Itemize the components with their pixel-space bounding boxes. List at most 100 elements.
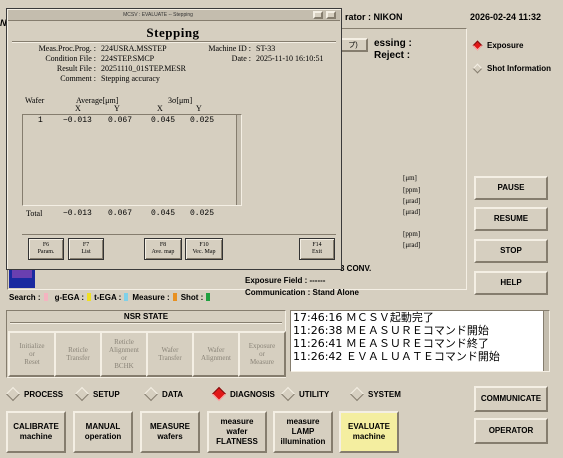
info-label: Machine ID : xyxy=(208,44,251,53)
operator-button[interactable]: OPERATOR xyxy=(474,418,548,444)
col-average-header: Average[μm] xyxy=(76,96,119,105)
dialog-heading-divider xyxy=(12,41,336,43)
measure-wafer-flatness-button[interactable]: measure wafer FLATNESS xyxy=(207,411,267,453)
conversion-label: 3 CONV. xyxy=(340,264,372,273)
communicate-button[interactable]: COMMUNICATE xyxy=(474,386,548,412)
tab-diagnosis[interactable]: DIAGNOSIS xyxy=(211,386,275,402)
communication-status: Communication : Stand Alone xyxy=(245,288,359,297)
unit-label: [μrad] xyxy=(403,208,421,216)
tab-utility[interactable]: UTILITY xyxy=(280,386,329,402)
results-table xyxy=(22,114,242,206)
measure-wafers-button[interactable]: MEASURE wafers xyxy=(140,411,200,453)
date-value: 2025-11-10 16:10:51 xyxy=(256,54,324,63)
radio-diamond-icon xyxy=(5,386,21,402)
cell-sigma-y: 0.025 xyxy=(190,116,215,125)
table-row[interactable]: 1 −0.013 0.067 0.045 0.025 xyxy=(26,116,236,126)
nsr-initialize-button[interactable]: Initialize or Reset xyxy=(8,331,56,377)
unit-label: [μrad] xyxy=(403,197,421,205)
total-sigma-y: 0.025 xyxy=(190,209,215,218)
log-line: 11:26:41 ＭＥＡＳＵＲＥコマンド終了 xyxy=(293,337,489,350)
radio-diamond-icon xyxy=(143,386,159,402)
legend-bar: Search : g-EGA : t-EGA : Measure : Shot … xyxy=(9,291,249,303)
info-label: Date : xyxy=(231,54,251,63)
radio-diamond-icon xyxy=(472,40,483,51)
nsr-exposure-button[interactable]: Exposure or Measure xyxy=(238,331,286,377)
f14-exit-button[interactable]: F14 Exit xyxy=(299,238,335,260)
background-tab[interactable]: プ) xyxy=(338,38,368,52)
total-avg-x: −0.013 xyxy=(63,209,92,218)
info-label: Meas.Proc.Prog. : xyxy=(38,44,96,53)
cell-avg-x: −0.013 xyxy=(63,116,92,125)
tab-setup[interactable]: SETUP xyxy=(74,386,120,402)
cell-sigma-x: 0.045 xyxy=(151,116,176,125)
dialog-window-title: MCSV : EVALUATE -- Stepping xyxy=(123,12,193,18)
total-row: Total −0.013 0.067 0.045 0.025 xyxy=(26,209,236,219)
meas-proc-prog-value: 224USRA.MSSTEP xyxy=(101,44,167,53)
manual-operation-button[interactable]: MANUAL operation xyxy=(73,411,133,453)
info-label: Comment : xyxy=(60,74,96,83)
resume-button[interactable]: RESUME xyxy=(474,207,548,231)
radio-diamond-icon xyxy=(349,386,365,402)
nsr-state-divider xyxy=(10,322,282,324)
legend-shot-swatch xyxy=(206,293,211,301)
unit-label: [ppm] xyxy=(403,186,421,194)
nsr-wafer-transfer-button[interactable]: Wafer Transfer xyxy=(146,331,194,377)
comment-value: Stepping accuracy xyxy=(101,74,160,83)
measure-lamp-illumination-button[interactable]: measure LAMP illumination xyxy=(273,411,333,453)
result-file-value: 20251110_01STEP.MESR xyxy=(101,64,186,73)
pause-button[interactable]: PAUSE xyxy=(474,176,548,200)
info-values: 224USRA.MSSTEP 224STEP.SMCP 20251110_01S… xyxy=(101,44,211,84)
radio-diamond-icon xyxy=(280,386,296,402)
info-label: Result File : xyxy=(56,64,96,73)
evaluate-machine-button[interactable]: EVALUATE machine xyxy=(339,411,399,453)
legend-t-ega-swatch xyxy=(124,293,129,301)
legend-search-label: Search : xyxy=(9,292,41,302)
sub-y-header: Y xyxy=(114,104,120,113)
col-wafer-header: Wafer xyxy=(25,96,45,105)
datetime: 2026-02-24 11:32 xyxy=(470,12,542,22)
tab-process[interactable]: PROCESS xyxy=(5,386,63,402)
calibrate-machine-button[interactable]: CALIBRATE machine xyxy=(6,411,66,453)
f7-list-button[interactable]: F7 List xyxy=(68,238,104,260)
unit-label: [μrad] xyxy=(403,241,421,249)
sub-y-header: Y xyxy=(196,104,202,113)
total-label: Total xyxy=(26,209,43,218)
log-line: 11:26:42 ＥＶＡＬＵＡＴＥコマンド開始 xyxy=(293,350,500,363)
condition-file-value: 224STEP.SMCP xyxy=(101,54,155,63)
nsr-wafer-alignment-button[interactable]: Wafer Alignment xyxy=(192,331,240,377)
legend-shot-label: Shot : xyxy=(180,292,204,302)
f10-vec-map-button[interactable]: F10 Vec. Map xyxy=(185,238,223,260)
minimize-icon[interactable] xyxy=(313,11,323,19)
info-label: Condition File : xyxy=(45,54,96,63)
info-right-labels: Machine ID : Date : xyxy=(196,44,251,64)
col-3sigma-header: 3σ[μm] xyxy=(168,96,193,105)
processing-status: essing : xyxy=(374,38,412,49)
option-shot-information[interactable]: Shot Information xyxy=(472,63,551,74)
log-line: 17:46:16 ＭＣＳＶ起動完了 xyxy=(293,311,434,324)
tab-system[interactable]: SYSTEM xyxy=(349,386,401,402)
total-sigma-x: 0.045 xyxy=(151,209,176,218)
log-scrollbar[interactable] xyxy=(543,311,549,371)
info-right-values: ST-33 2025-11-10 16:10:51 xyxy=(256,44,336,64)
nsr-state-title: NSR STATE xyxy=(123,312,169,321)
stop-button[interactable]: STOP xyxy=(474,239,548,263)
tab-data[interactable]: DATA xyxy=(143,386,183,402)
help-button[interactable]: HELP xyxy=(474,271,548,295)
table-scrollbar[interactable] xyxy=(236,115,241,205)
legend-g-ega-label: g-EGA : xyxy=(54,292,85,302)
nsr-reticle-transfer-button[interactable]: Reticle Transfer xyxy=(54,331,102,377)
machine-id-value: ST-33 xyxy=(256,44,276,53)
option-exposure[interactable]: Exposure xyxy=(472,40,523,51)
sub-x-header: X xyxy=(75,104,81,113)
f8-ave-map-button[interactable]: F8 Ave. map xyxy=(144,238,182,260)
dialog-titlebar[interactable]: MCSV : EVALUATE -- Stepping xyxy=(8,10,340,21)
exposure-field: Exposure Field : ------ xyxy=(245,276,326,285)
f6-param-button[interactable]: F6 Param. xyxy=(28,238,64,260)
dialog-heading: Stepping xyxy=(146,25,200,40)
nsr-reticle-alignment-button[interactable]: Reticle Alignment or BCHK xyxy=(100,331,148,377)
log-text: 17:46:16 ＭＣＳＶ起動完了 11:26:38 ＭＥＡＳＵＲＥコマンド開始… xyxy=(293,311,538,363)
maximize-icon[interactable] xyxy=(326,11,336,19)
radio-diamond-icon xyxy=(74,386,90,402)
sub-x-header: X xyxy=(157,104,163,113)
unit-label: [μm] xyxy=(403,174,417,182)
